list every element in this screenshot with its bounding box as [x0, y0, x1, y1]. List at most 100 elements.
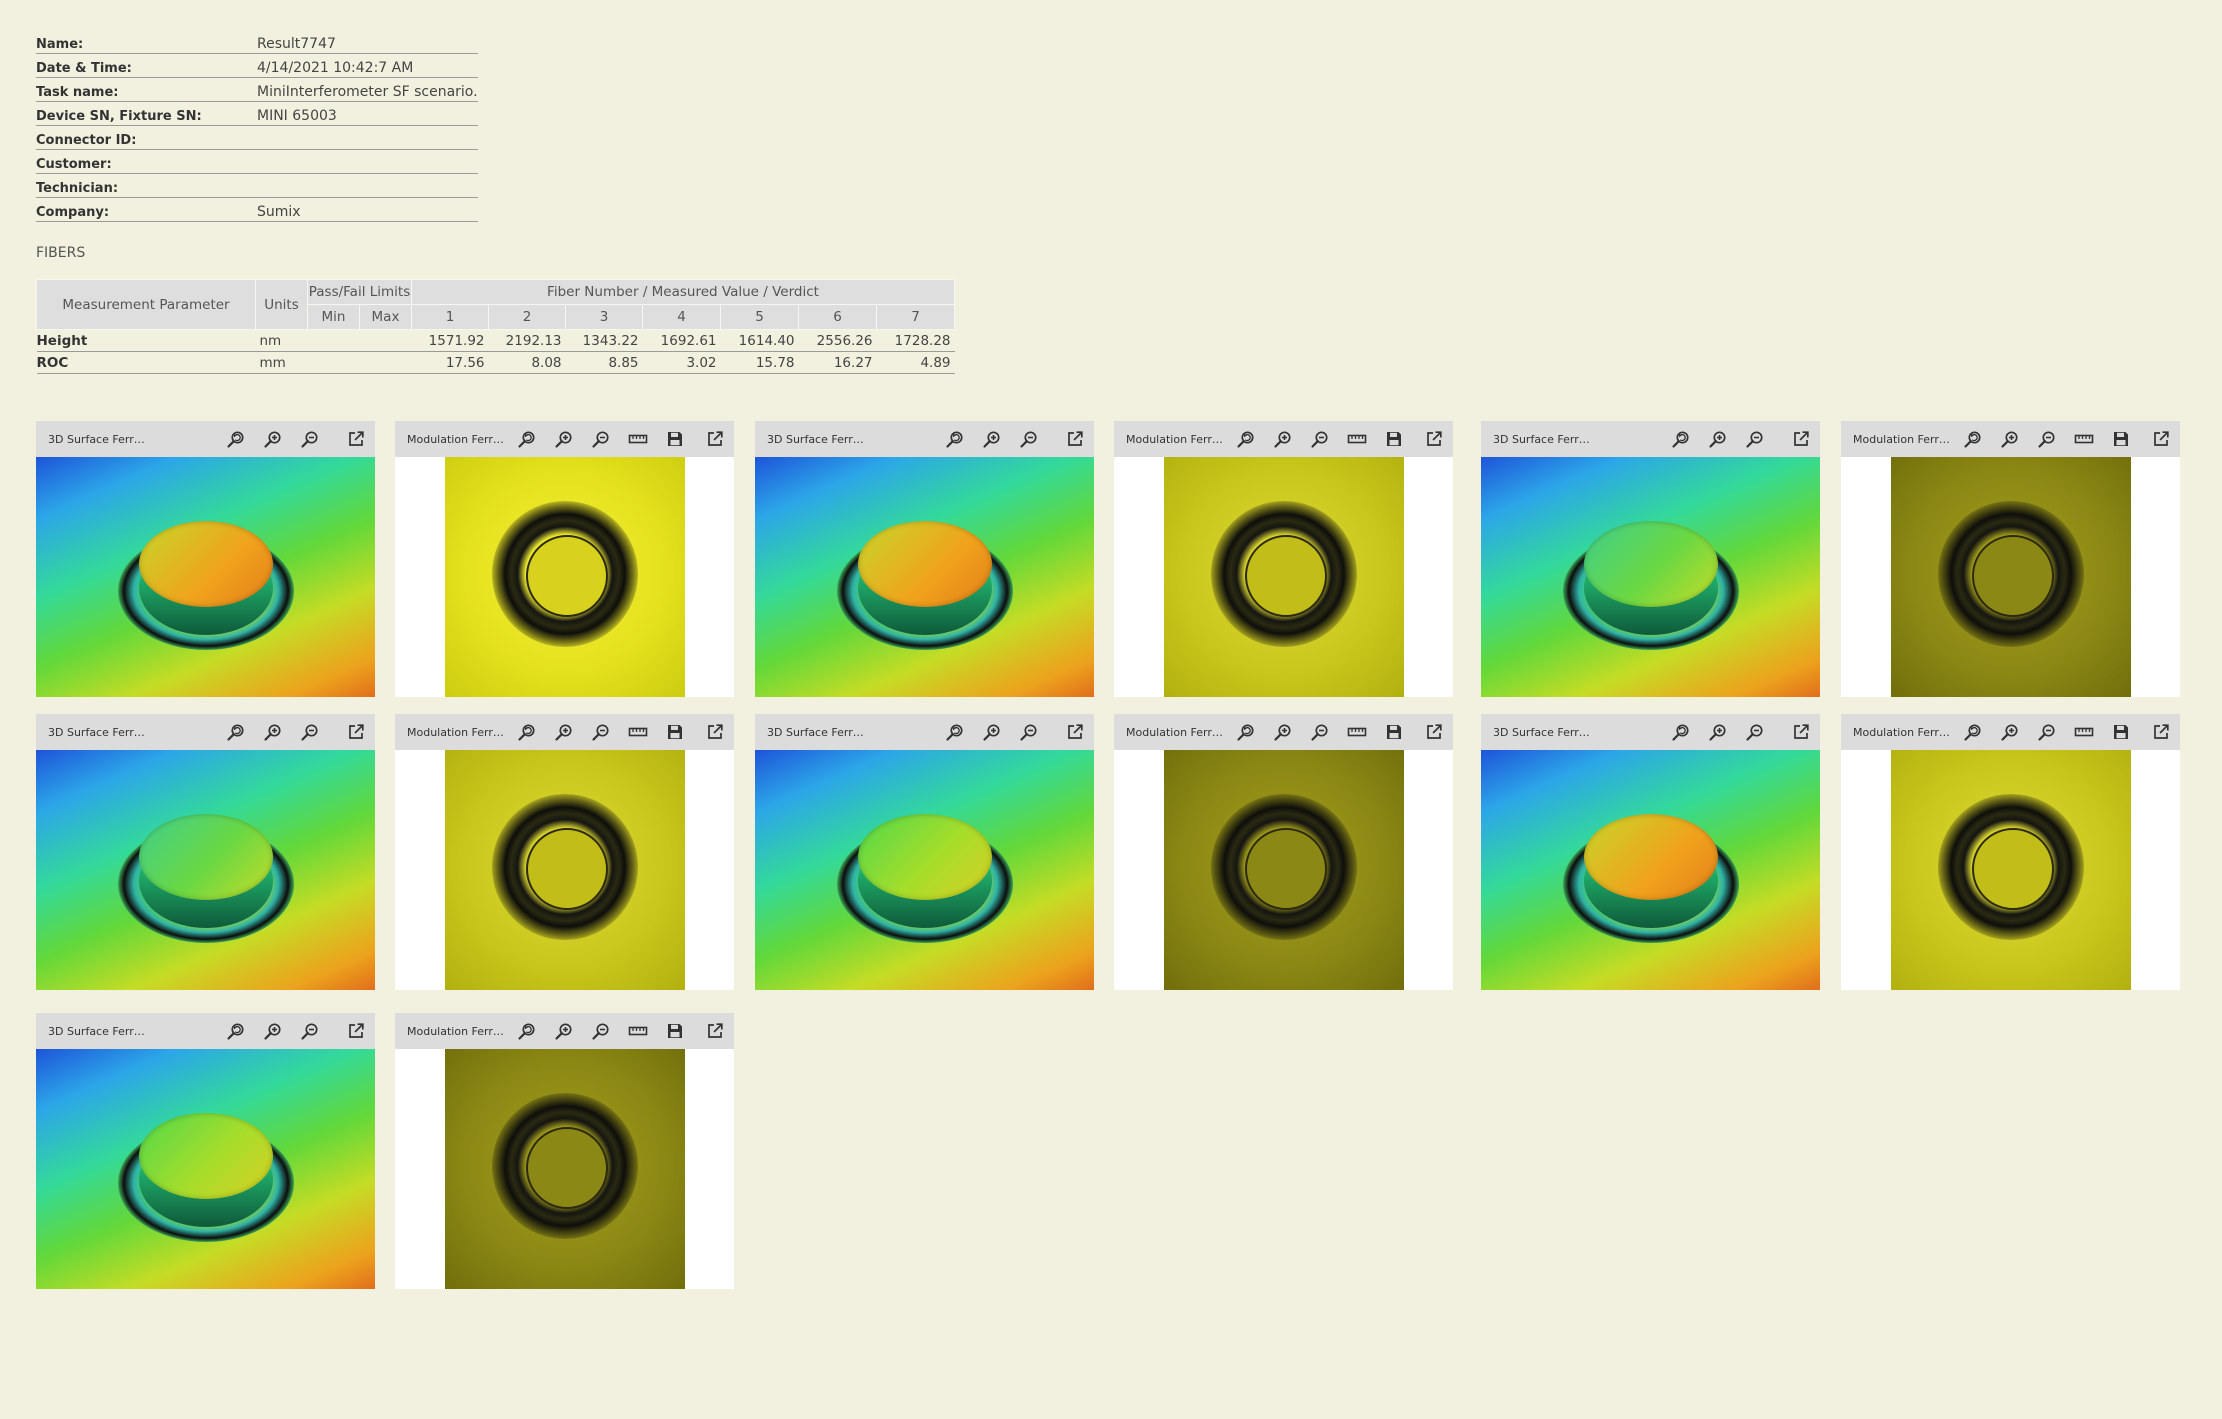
zoom-in-icon[interactable] — [1272, 721, 1294, 743]
open-external-icon[interactable] — [345, 721, 367, 743]
zoom-reset-icon[interactable] — [516, 721, 538, 743]
row-value: 16.27 — [798, 351, 877, 374]
panel-toolbar — [929, 428, 1086, 450]
open-external-icon[interactable] — [1790, 428, 1812, 450]
save-icon[interactable] — [2110, 428, 2132, 450]
zoom-in-icon[interactable] — [981, 428, 1003, 450]
panel-title: Modulation Ferrule 4 — [407, 726, 509, 739]
zoom-out-icon[interactable] — [1309, 721, 1331, 743]
open-external-icon[interactable] — [704, 428, 726, 450]
panel-toolbar — [501, 428, 726, 450]
zoom-out-icon[interactable] — [2036, 428, 2058, 450]
ruler-icon[interactable] — [1346, 428, 1368, 450]
info-label: Name: — [36, 37, 84, 52]
zoom-reset-icon[interactable] — [225, 721, 247, 743]
zoom-out-icon[interactable] — [1309, 428, 1331, 450]
zoom-in-icon[interactable] — [981, 721, 1003, 743]
save-icon[interactable] — [664, 721, 686, 743]
ruler-icon[interactable] — [2073, 721, 2095, 743]
panel-title: 3D Surface Ferrule 3 — [1493, 433, 1595, 446]
ruler-icon[interactable] — [627, 721, 649, 743]
info-label: Company: — [36, 205, 110, 220]
zoom-in-icon[interactable] — [1999, 428, 2021, 450]
header-fiber-number: 2 — [488, 304, 566, 330]
header-limits: Pass/Fail Limits — [307, 279, 412, 305]
open-external-icon[interactable] — [704, 721, 726, 743]
save-icon[interactable] — [664, 1020, 686, 1042]
row-value: 15.78 — [720, 351, 799, 374]
zoom-out-icon[interactable] — [299, 721, 321, 743]
surface-panel: 3D Surface Ferrule 4 — [36, 714, 375, 990]
zoom-out-icon[interactable] — [1744, 721, 1766, 743]
zoom-reset-icon[interactable] — [1962, 721, 1984, 743]
open-external-icon[interactable] — [345, 428, 367, 450]
open-external-icon[interactable] — [1423, 721, 1445, 743]
zoom-reset-icon[interactable] — [1670, 721, 1692, 743]
panel-header: 3D Surface Ferrule 6 — [1481, 714, 1820, 750]
zoom-in-icon[interactable] — [262, 1020, 284, 1042]
info-label: Date & Time: — [36, 61, 132, 76]
panel-title: Modulation Ferrule 3 — [1853, 433, 1955, 446]
open-external-icon[interactable] — [1790, 721, 1812, 743]
table-row: Height nm 1571.92 2192.13 1343.22 1692.6… — [36, 329, 955, 352]
zoom-out-icon[interactable] — [1018, 428, 1040, 450]
panel-header: 3D Surface Ferrule 4 — [36, 714, 375, 750]
panel-header: Modulation Ferrule 7 — [395, 1013, 734, 1049]
zoom-reset-icon[interactable] — [1962, 428, 1984, 450]
ruler-icon[interactable] — [627, 428, 649, 450]
zoom-in-icon[interactable] — [1999, 721, 2021, 743]
zoom-in-icon[interactable] — [262, 428, 284, 450]
zoom-out-icon[interactable] — [1744, 428, 1766, 450]
open-external-icon[interactable] — [2150, 428, 2172, 450]
zoom-out-icon[interactable] — [299, 428, 321, 450]
zoom-reset-icon[interactable] — [1235, 721, 1257, 743]
ruler-icon[interactable] — [2073, 428, 2095, 450]
zoom-out-icon[interactable] — [590, 428, 612, 450]
save-icon[interactable] — [2110, 721, 2132, 743]
open-external-icon[interactable] — [1423, 428, 1445, 450]
panel-toolbar — [1220, 428, 1445, 450]
zoom-reset-icon[interactable] — [516, 1020, 538, 1042]
zoom-in-icon[interactable] — [553, 428, 575, 450]
row-value: 1614.40 — [720, 329, 799, 352]
zoom-in-icon[interactable] — [1707, 721, 1729, 743]
row-value: 3.02 — [642, 351, 721, 374]
open-external-icon[interactable] — [1064, 721, 1086, 743]
surface-3d-image — [755, 457, 1094, 697]
zoom-reset-icon[interactable] — [944, 721, 966, 743]
zoom-reset-icon[interactable] — [516, 428, 538, 450]
info-value: MiniInterferometer SF scenario. — [257, 84, 478, 100]
ruler-icon[interactable] — [627, 1020, 649, 1042]
zoom-out-icon[interactable] — [2036, 721, 2058, 743]
panel-toolbar — [501, 721, 726, 743]
zoom-reset-icon[interactable] — [1670, 428, 1692, 450]
save-icon[interactable] — [1383, 428, 1405, 450]
surface-panel: 3D Surface Ferrule 7 — [36, 1013, 375, 1289]
ruler-icon[interactable] — [1346, 721, 1368, 743]
surface-3d-image — [36, 1049, 375, 1289]
panel-toolbar — [1655, 721, 1812, 743]
surface-panel: 3D Surface Ferrule 6 — [1481, 714, 1820, 990]
zoom-out-icon[interactable] — [299, 1020, 321, 1042]
zoom-in-icon[interactable] — [553, 721, 575, 743]
open-external-icon[interactable] — [1064, 428, 1086, 450]
zoom-in-icon[interactable] — [262, 721, 284, 743]
zoom-out-icon[interactable] — [590, 1020, 612, 1042]
zoom-out-icon[interactable] — [1018, 721, 1040, 743]
zoom-in-icon[interactable] — [1707, 428, 1729, 450]
open-external-icon[interactable] — [2150, 721, 2172, 743]
zoom-reset-icon[interactable] — [225, 1020, 247, 1042]
zoom-reset-icon[interactable] — [1235, 428, 1257, 450]
info-value: Result7747 — [257, 36, 336, 52]
save-icon[interactable] — [1383, 721, 1405, 743]
zoom-reset-icon[interactable] — [944, 428, 966, 450]
save-icon[interactable] — [664, 428, 686, 450]
zoom-reset-icon[interactable] — [225, 428, 247, 450]
zoom-in-icon[interactable] — [553, 1020, 575, 1042]
open-external-icon[interactable] — [345, 1020, 367, 1042]
open-external-icon[interactable] — [704, 1020, 726, 1042]
row-value: 8.08 — [488, 351, 566, 374]
header-fiber-number: 6 — [798, 304, 877, 330]
zoom-in-icon[interactable] — [1272, 428, 1294, 450]
zoom-out-icon[interactable] — [590, 721, 612, 743]
